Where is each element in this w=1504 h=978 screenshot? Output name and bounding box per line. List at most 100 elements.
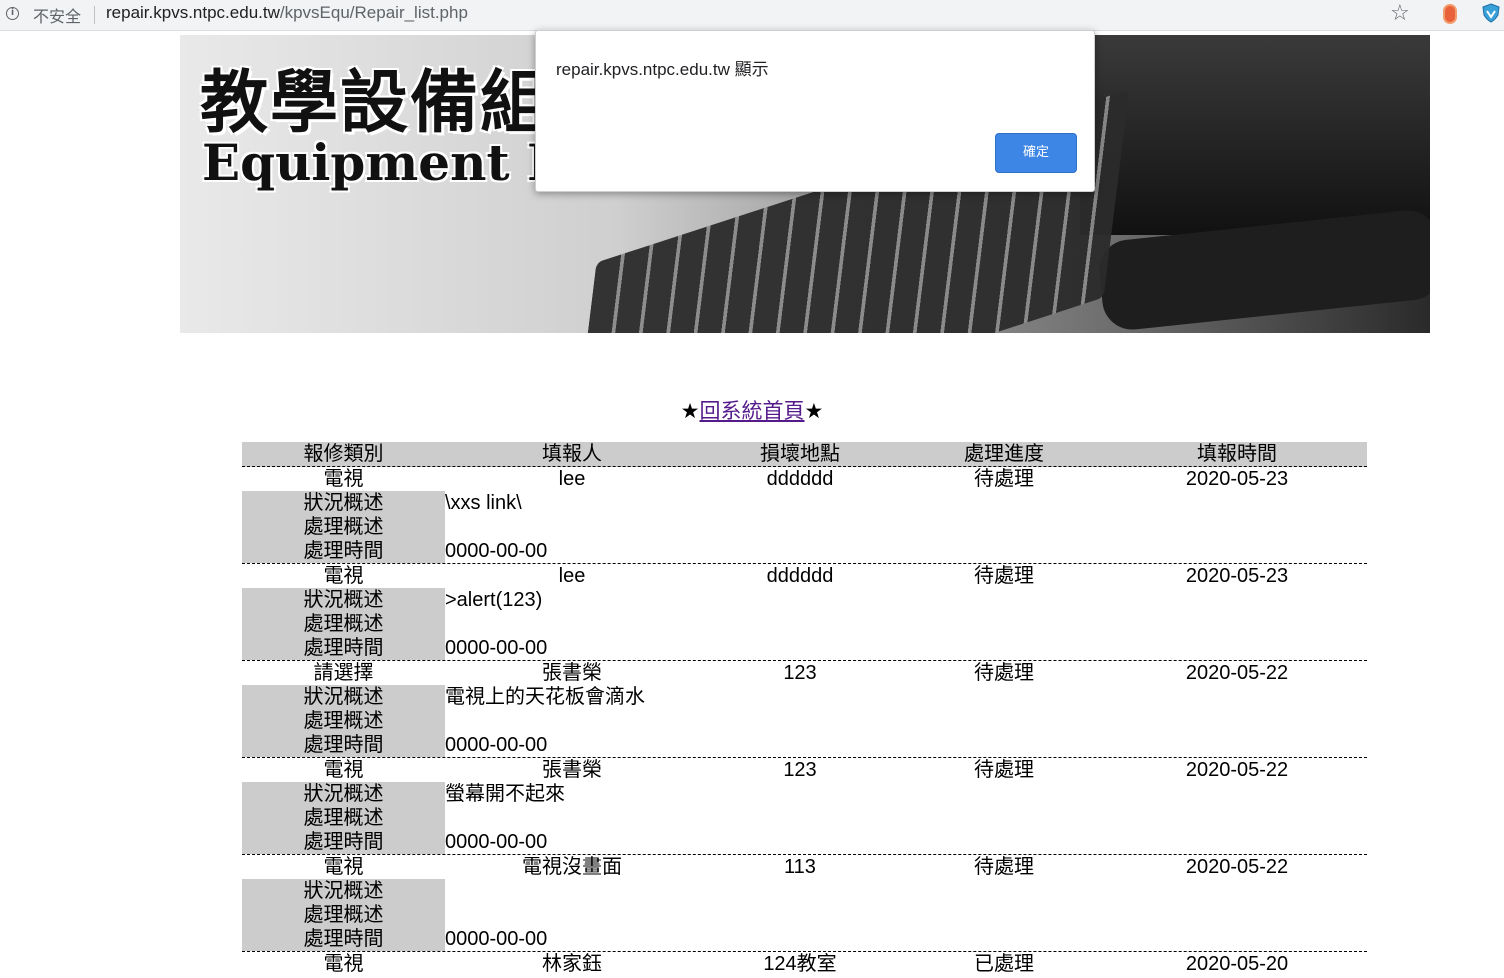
value-condition: 電視上的天花板會滴水 [445, 686, 645, 708]
value-condition: 螢幕開不起來 [445, 783, 565, 805]
record-sub-row: 狀況概述 \xxs link\ [242, 491, 1367, 515]
cell-reporter: 林家鈺 [542, 953, 602, 975]
cell-location: dddddd [766, 468, 834, 490]
cell-status: 已處理 [974, 953, 1034, 975]
value-handled-time: 0000-00-00 [445, 637, 548, 659]
value-handled-time: 0000-00-00 [445, 928, 548, 950]
url-host: repair.kpvs.ntpc.edu.tw [106, 3, 280, 22]
monitor-graphic [1080, 35, 1430, 235]
label-handled-time: 處理時間 [242, 539, 445, 563]
record-main-row: 電視 林家鈺 124教室 已處理 2020-05-20 [242, 952, 1367, 976]
record-main-row: 電視 lee dddddd 待處理 2020-05-23 [242, 467, 1367, 491]
label-handled-time: 處理時間 [242, 733, 445, 757]
url-path: /kpvsEqu/Repair_list.php [279, 3, 468, 22]
cell-reporter: lee [558, 468, 586, 490]
value-condition: \xxs link\ [445, 492, 522, 514]
bookmark-star-icon[interactable]: ☆ [1390, 1, 1410, 26]
header-category: 報修類別 [303, 443, 384, 465]
record-sub-row: 處理時間 0000-00-00 [242, 539, 1367, 563]
cell-reporter: 張書榮 [542, 759, 602, 781]
cell-location: 123 [783, 759, 817, 781]
table-row: 請選擇 張書榮 123 待處理 2020-05-22 狀況概述 電視上的天花板會滴水 處理概述… [242, 661, 1367, 758]
label-condition: 狀況概述 [242, 491, 445, 515]
record-sub-row: 處理時間 0000-00-00 [242, 733, 1367, 757]
label-condition: 狀況概述 [242, 782, 445, 806]
cell-reporter: 張書榮 [542, 662, 602, 684]
alert-dialog: repair.kpvs.ntpc.edu.tw 顯示 確定 [535, 30, 1095, 192]
cell-location: 123 [783, 662, 817, 684]
cell-location: 124教室 [763, 953, 837, 975]
star-right: ★ [804, 399, 824, 423]
label-handling: 處理概述 [242, 612, 445, 636]
cell-category: 電視 [323, 953, 364, 975]
record-sub-row: 狀況概述 螢幕開不起來 [242, 782, 1367, 806]
shield-extension-icon[interactable] [1482, 3, 1500, 23]
security-label[interactable]: 不安全 [33, 3, 81, 27]
record-sub-row: 狀況概述 [242, 879, 1367, 903]
record-main-row: 電視 電視沒畫面 113 待處理 2020-05-22 [242, 855, 1367, 879]
label-handling: 處理概述 [242, 515, 445, 539]
value-handled-time: 0000-00-00 [445, 734, 548, 756]
dialog-ok-button[interactable]: 確定 [995, 133, 1077, 173]
omnibox[interactable]: i 不安全 repair.kpvs.ntpc.edu.tw/kpvsEqu/Re… [0, 0, 1440, 30]
table-row: 電視 電視沒畫面 113 待處理 2020-05-22 狀況概述 處理概述 處理時間 0000-… [242, 855, 1367, 952]
table-row: 電視 lee dddddd 待處理 2020-05-23 狀況概述 \xxs link\ 處理… [242, 467, 1367, 564]
cell-reporter: 電視沒畫面 [522, 856, 622, 878]
label-condition: 狀況概述 [242, 685, 445, 709]
record-main-row: 電視 lee dddddd 待處理 2020-05-23 [242, 564, 1367, 588]
extension-icon[interactable] [1443, 4, 1457, 24]
cell-category: 電視 [323, 759, 364, 781]
cell-status: 待處理 [974, 856, 1034, 878]
record-sub-row: 狀況概述 電視上的天花板會滴水 [242, 685, 1367, 709]
header-date: 填報時間 [1197, 443, 1277, 465]
table-row: 電視 張書榮 123 待處理 2020-05-22 狀況概述 螢幕開不起來 處理概述 處理時間 0… [242, 758, 1367, 855]
cell-category: 請選擇 [313, 662, 374, 684]
record-sub-row: 處理概述 [242, 612, 1367, 636]
url-text[interactable]: repair.kpvs.ntpc.edu.tw/kpvsEqu/Repair_l… [106, 3, 468, 23]
cell-date: 2020-05-22 [1185, 759, 1289, 781]
table-row: 電視 lee dddddd 待處理 2020-05-23 狀況概述 >alert(123) 處… [242, 564, 1367, 661]
record-sub-row: 處理時間 0000-00-00 [242, 927, 1367, 951]
cell-category: 電視 [323, 856, 364, 878]
cell-date: 2020-05-22 [1185, 856, 1289, 878]
cell-date: 2020-05-22 [1185, 662, 1289, 684]
header-reporter: 填報人 [542, 443, 602, 465]
label-handling: 處理概述 [242, 903, 445, 927]
value-condition: >alert(123) [445, 589, 543, 611]
cell-status: 待處理 [974, 662, 1034, 684]
cell-date: 2020-05-23 [1185, 565, 1289, 587]
cell-category: 電視 [323, 468, 364, 490]
record-sub-row: 處理概述 [242, 806, 1367, 830]
header-status: 處理進度 [964, 443, 1044, 465]
home-link[interactable]: 回系統首頁 [700, 399, 805, 423]
cell-status: 待處理 [974, 468, 1034, 490]
label-handled-time: 處理時間 [242, 636, 445, 660]
record-main-row: 電視 張書榮 123 待處理 2020-05-22 [242, 758, 1367, 782]
info-icon[interactable]: i [6, 7, 19, 20]
browser-address-bar: i 不安全 repair.kpvs.ntpc.edu.tw/kpvsEqu/Re… [0, 0, 1504, 31]
cell-location: dddddd [766, 565, 834, 587]
label-handling: 處理概述 [242, 709, 445, 733]
cell-location: 113 [784, 856, 816, 878]
record-sub-row: 處理概述 [242, 903, 1367, 927]
label-handled-time: 處理時間 [242, 927, 445, 951]
table-header: 報修類別 填報人 損壞地點 處理進度 填報時間 [242, 442, 1367, 467]
cell-status: 待處理 [974, 565, 1034, 587]
home-link-row: ★回系統首頁★ [0, 395, 1504, 425]
record-main-row: 請選擇 張書榮 123 待處理 2020-05-22 [242, 661, 1367, 685]
header-location: 損壞地點 [760, 443, 840, 465]
record-sub-row: 處理概述 [242, 709, 1367, 733]
divider [94, 6, 95, 24]
cell-date: 2020-05-23 [1185, 468, 1289, 490]
star-left: ★ [680, 399, 700, 423]
cell-category: 電視 [323, 565, 364, 587]
record-sub-row: 處理時間 0000-00-00 [242, 830, 1367, 854]
record-sub-row: 處理概述 [242, 515, 1367, 539]
table-row: 電視 林家鈺 124教室 已處理 2020-05-20 [242, 952, 1367, 976]
record-sub-row: 狀況概述 >alert(123) [242, 588, 1367, 612]
value-handled-time: 0000-00-00 [445, 831, 548, 853]
record-list: 電視 lee dddddd 待處理 2020-05-23 狀況概述 \xxs link\ 處理… [242, 467, 1367, 976]
cell-date: 2020-05-20 [1185, 953, 1289, 975]
cell-reporter: lee [558, 565, 586, 587]
cell-status: 待處理 [974, 759, 1034, 781]
